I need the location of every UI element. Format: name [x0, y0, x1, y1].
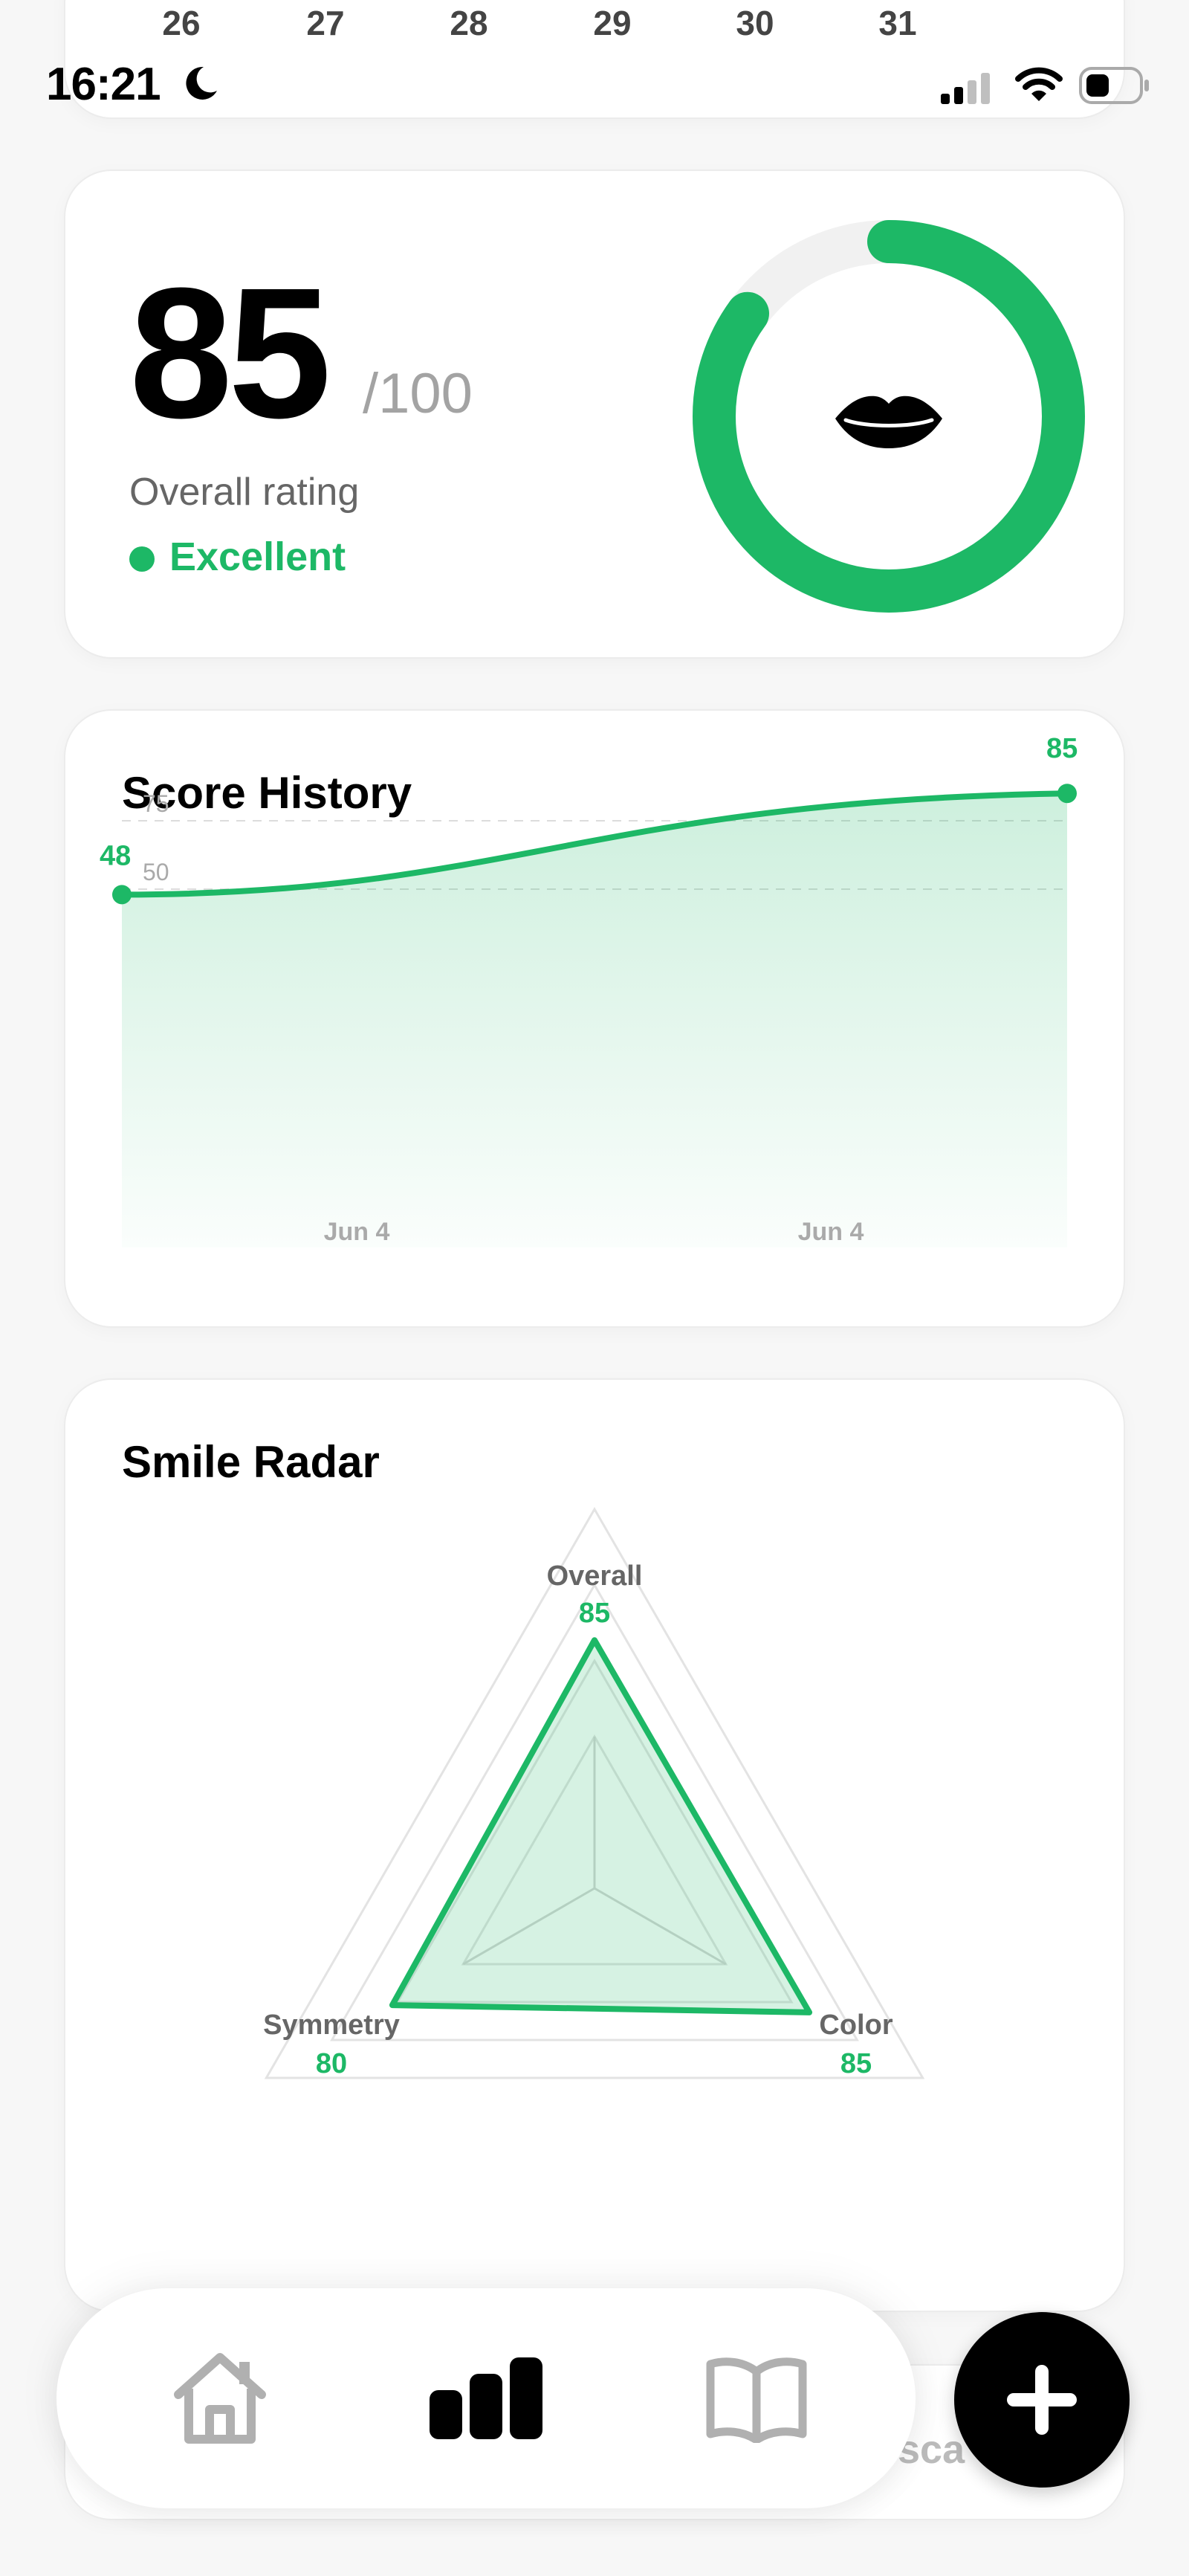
score-max: /100 — [363, 362, 473, 425]
wifi-icon — [1015, 67, 1063, 101]
calendar-day[interactable]: 31 — [853, 3, 942, 43]
radar-axis-label-symmetry: Symmetry — [263, 2010, 400, 2041]
score-value: 85 — [129, 249, 331, 456]
radar-value-color: 85 — [840, 2048, 872, 2079]
nav-guide-button[interactable] — [660, 2288, 853, 2508]
score-ring — [693, 220, 1085, 613]
gridline-label: 50 — [143, 859, 169, 885]
x-tick-label: Jun 4 — [798, 1218, 864, 1246]
smile-radar-chart: Overall 85 Color 85 Symmetry 80 — [263, 1507, 925, 2079]
bar-chart-icon — [430, 2357, 542, 2439]
x-tick-label: Jun 4 — [324, 1218, 390, 1246]
status-dot — [129, 546, 155, 572]
lips-icon — [835, 396, 942, 448]
book-icon — [706, 2357, 807, 2443]
home-icon — [174, 2353, 266, 2444]
moon-icon — [186, 66, 217, 100]
history-point-label: 85 — [1046, 733, 1078, 764]
history-point[interactable] — [112, 885, 132, 905]
radar-value-symmetry: 80 — [316, 2048, 347, 2079]
score-history-card[interactable]: Score History 75 50 48 85 Jun 4 Jun 4 — [64, 709, 1125, 1328]
calendar-day[interactable]: 29 — [568, 3, 657, 43]
battery-icon — [1079, 67, 1149, 104]
signal-icon — [941, 73, 990, 104]
radar-axis-label-color: Color — [819, 2010, 892, 2041]
add-scan-button[interactable] — [954, 2312, 1130, 2488]
plus-icon — [1007, 2365, 1077, 2435]
calendar-day[interactable]: 27 — [281, 3, 370, 43]
status-time: 16:21 — [46, 59, 161, 110]
radar-axis-label-overall: Overall — [547, 1560, 643, 1592]
history-area — [122, 793, 1067, 1247]
calendar-day[interactable]: 30 — [710, 3, 800, 43]
overall-rating-card[interactable]: 85 /100 Overall rating Excellent — [64, 170, 1125, 659]
nav-stats-button[interactable] — [389, 2288, 583, 2508]
score-history-chart: 75 50 48 85 Jun 4 Jun 4 — [100, 733, 1078, 1247]
status-badge: Excellent — [169, 535, 346, 579]
radar-value-overall: 85 — [579, 1598, 610, 1629]
history-point-label: 48 — [100, 840, 131, 871]
bottom-nav — [56, 2288, 916, 2508]
calendar-day[interactable]: 26 — [137, 3, 226, 43]
smile-radar-card[interactable]: Smile Radar Overall 85 Color 85 Symmetry… — [64, 1378, 1125, 2312]
gridline-label: 75 — [143, 790, 169, 817]
rating-label: Overall rating — [129, 471, 360, 514]
history-point[interactable] — [1057, 784, 1077, 804]
nav-home-button[interactable] — [123, 2288, 317, 2508]
calendar-day[interactable]: 28 — [424, 3, 513, 43]
